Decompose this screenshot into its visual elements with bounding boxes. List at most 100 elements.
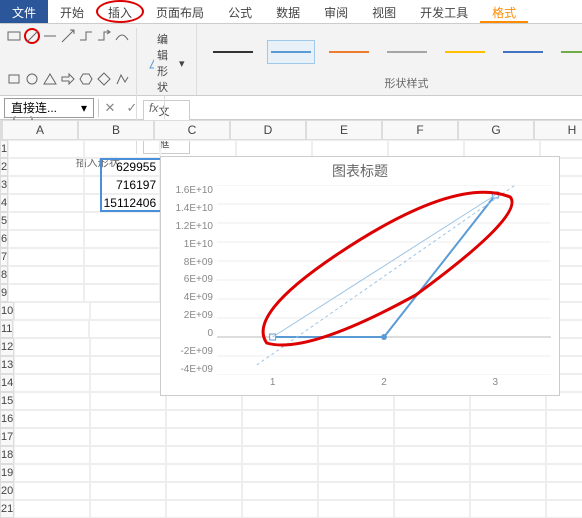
cell-B21[interactable] — [90, 500, 166, 518]
cell-A8[interactable] — [8, 266, 84, 284]
cell-B1[interactable] — [84, 140, 160, 158]
cell-G16[interactable] — [470, 410, 546, 428]
cell-F20[interactable] — [394, 482, 470, 500]
row-header[interactable]: 17 — [0, 428, 14, 446]
cell-D21[interactable] — [242, 500, 318, 518]
cell-C18[interactable] — [166, 446, 242, 464]
row-header[interactable]: 7 — [0, 248, 8, 266]
cell-A4[interactable] — [8, 194, 84, 212]
cell-A16[interactable] — [14, 410, 90, 428]
cell-B11[interactable] — [89, 320, 165, 338]
style-blue2[interactable] — [499, 40, 547, 64]
cell-D18[interactable] — [242, 446, 318, 464]
cell-G19[interactable] — [470, 464, 546, 482]
row-header[interactable]: 1 — [0, 140, 8, 158]
cell-B6[interactable] — [84, 230, 160, 248]
row-header[interactable]: 16 — [0, 410, 14, 428]
formula-input[interactable] — [164, 96, 582, 119]
cell-F21[interactable] — [394, 500, 470, 518]
cell-B4[interactable]: 15112406 — [84, 194, 160, 212]
cell-A7[interactable] — [8, 248, 84, 266]
cell-B20[interactable] — [90, 482, 166, 500]
cell-B7[interactable] — [84, 248, 160, 266]
cell-F17[interactable] — [394, 428, 470, 446]
row-header[interactable]: 5 — [0, 212, 8, 230]
cell-C21[interactable] — [166, 500, 242, 518]
row-header[interactable]: 20 — [0, 482, 14, 500]
style-black[interactable] — [209, 40, 257, 64]
cell-A5[interactable] — [8, 212, 84, 230]
cell-G17[interactable] — [470, 428, 546, 446]
shape-circle-icon[interactable] — [24, 71, 40, 87]
cell-G18[interactable] — [470, 446, 546, 464]
cell-B2[interactable]: 629955 — [84, 158, 160, 176]
col-B[interactable]: B — [78, 120, 154, 140]
row-header[interactable]: 14 — [0, 374, 14, 392]
cell-F16[interactable] — [394, 410, 470, 428]
cell-H19[interactable] — [546, 464, 582, 482]
cell-B15[interactable] — [90, 392, 166, 410]
cell-H21[interactable] — [546, 500, 582, 518]
cell-E20[interactable] — [318, 482, 394, 500]
cell-D20[interactable] — [242, 482, 318, 500]
row-header[interactable]: 15 — [0, 392, 14, 410]
tab-home[interactable]: 开始 — [48, 0, 96, 23]
cell-F19[interactable] — [394, 464, 470, 482]
cell-A17[interactable] — [14, 428, 90, 446]
col-F[interactable]: F — [382, 120, 458, 140]
col-C[interactable]: C — [154, 120, 230, 140]
col-H[interactable]: H — [534, 120, 582, 140]
shape-hex-icon[interactable] — [78, 71, 94, 87]
cell-D19[interactable] — [242, 464, 318, 482]
row-header[interactable]: 6 — [0, 230, 8, 248]
shape-rect-icon[interactable] — [6, 71, 22, 87]
style-green[interactable] — [557, 40, 582, 64]
row-header[interactable]: 21 — [0, 500, 14, 518]
tab-view[interactable]: 视图 — [360, 0, 408, 23]
plot-area[interactable] — [217, 185, 551, 375]
cell-C17[interactable] — [166, 428, 242, 446]
shape-connector-icon[interactable] — [78, 28, 94, 44]
shape-rarrow-icon[interactable] — [60, 71, 76, 87]
tab-developer[interactable]: 开发工具 — [408, 0, 480, 23]
row-header[interactable]: 3 — [0, 176, 8, 194]
shape-triangle-icon[interactable] — [42, 71, 58, 87]
cell-D16[interactable] — [242, 410, 318, 428]
cell-A21[interactable] — [14, 500, 90, 518]
chart[interactable]: 图表标题 1.6E+10 1.4E+10 1.2E+10 1E+10 8E+09… — [160, 156, 560, 396]
cell-A3[interactable] — [8, 176, 84, 194]
col-D[interactable]: D — [230, 120, 306, 140]
tab-formulas[interactable]: 公式 — [216, 0, 264, 23]
tab-format[interactable]: 格式 — [480, 0, 528, 23]
cell-A18[interactable] — [14, 446, 90, 464]
cell-B5[interactable] — [84, 212, 160, 230]
row-header[interactable]: 18 — [0, 446, 14, 464]
tab-insert[interactable]: 插入 — [96, 0, 144, 23]
col-G[interactable]: G — [458, 120, 534, 140]
shape-line-icon[interactable] — [24, 28, 40, 44]
cell-G20[interactable] — [470, 482, 546, 500]
row-header[interactable]: 8 — [0, 266, 8, 284]
cell-E19[interactable] — [318, 464, 394, 482]
cell-G21[interactable] — [470, 500, 546, 518]
row-header[interactable]: 4 — [0, 194, 8, 212]
confirm-button[interactable]: ✓ — [121, 100, 143, 116]
cell-B12[interactable] — [90, 338, 166, 356]
col-E[interactable]: E — [306, 120, 382, 140]
cell-A1[interactable] — [8, 140, 84, 158]
cell-A9[interactable] — [8, 284, 84, 302]
cell-H16[interactable] — [546, 410, 582, 428]
cell-A6[interactable] — [8, 230, 84, 248]
cell-B18[interactable] — [90, 446, 166, 464]
cell-B14[interactable] — [90, 374, 166, 392]
cell-B13[interactable] — [90, 356, 166, 374]
cell-C20[interactable] — [166, 482, 242, 500]
cell-E16[interactable] — [318, 410, 394, 428]
tab-data[interactable]: 数据 — [264, 0, 312, 23]
cell-A12[interactable] — [14, 338, 90, 356]
trend-line[interactable] — [273, 195, 496, 337]
cell-F18[interactable] — [394, 446, 470, 464]
row-header[interactable]: 12 — [0, 338, 14, 356]
cell-B8[interactable] — [84, 266, 160, 284]
cell-H20[interactable] — [546, 482, 582, 500]
